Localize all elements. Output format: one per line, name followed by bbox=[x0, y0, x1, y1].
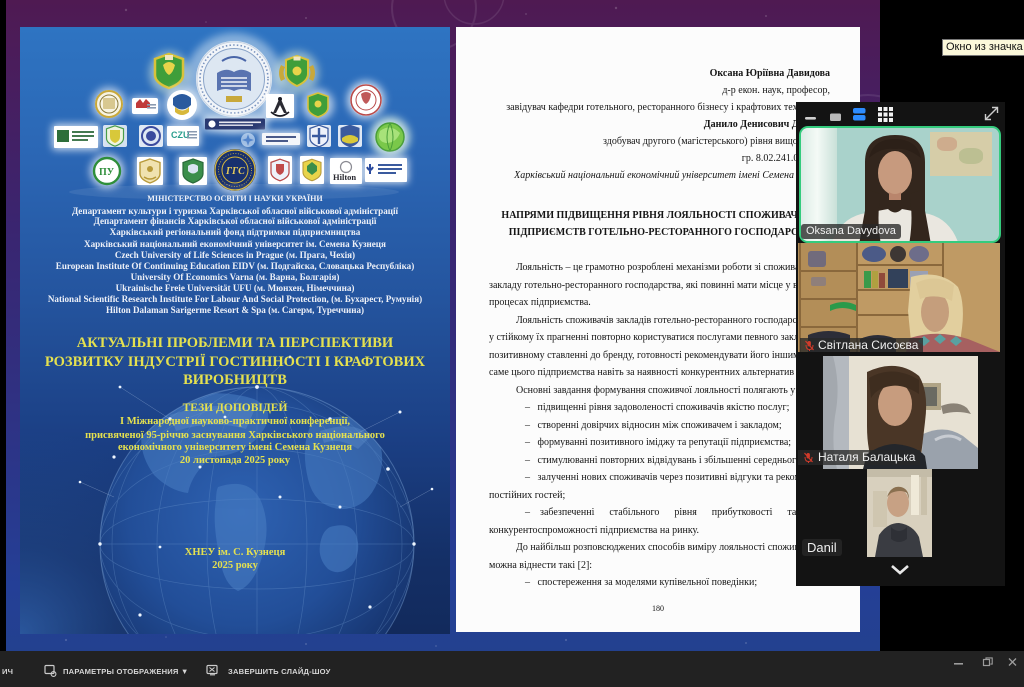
svg-text:ПУ: ПУ bbox=[99, 167, 115, 178]
svg-text:CZU: CZU bbox=[171, 130, 190, 140]
svg-text:Hilton: Hilton bbox=[333, 172, 356, 182]
svg-text:ГГС: ГГС bbox=[225, 166, 245, 177]
